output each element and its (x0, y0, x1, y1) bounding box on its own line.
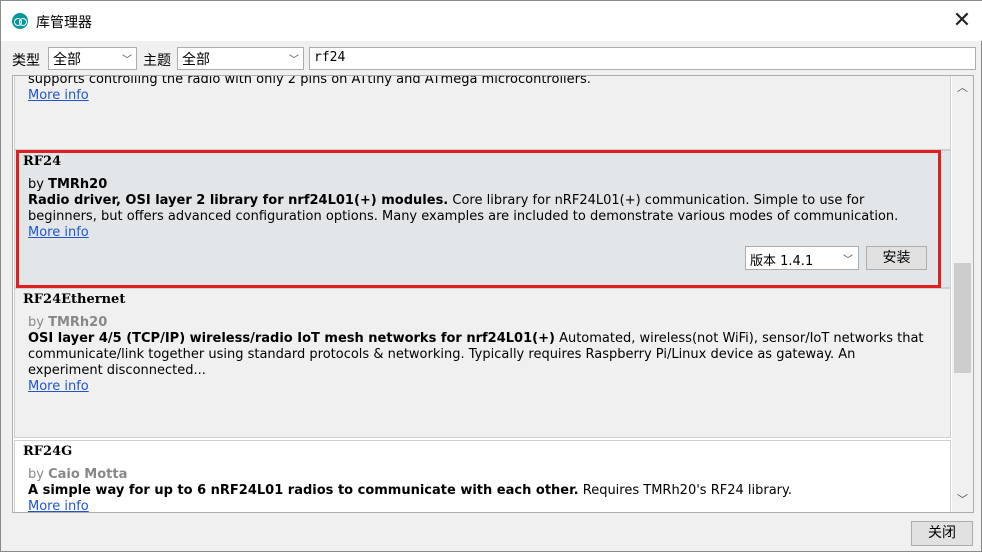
library-description: Radio driver, OSI layer 2 library for nr… (28, 193, 899, 224)
library-author: by TMRh20 (28, 315, 108, 330)
version-select[interactable]: 版本 1.4.1 ﹀ (745, 246, 859, 270)
library-description: OSI layer 4/5 (TCP/IP) wireless/radio Io… (28, 331, 924, 378)
library-name: RF24 (23, 154, 62, 169)
arduino-icon (12, 13, 28, 29)
list-item[interactable]: RF24Ethernet by TMRh20 OSI layer 4/5 (TC… (14, 288, 951, 438)
chevron-up-icon[interactable]: ︿ (952, 78, 973, 98)
chevron-down-icon: ﹀ (289, 55, 299, 66)
library-name: RF24Ethernet (23, 292, 126, 307)
more-info-link[interactable]: More info (28, 379, 89, 394)
topic-select-value: 全部 (182, 52, 210, 68)
library-list: supports controlling the radio with only… (12, 75, 974, 513)
library-description: supports controlling the radio with only… (28, 75, 591, 87)
type-select-value: 全部 (53, 52, 81, 68)
library-author: by Caio Motta (28, 467, 128, 482)
more-info-link[interactable]: More info (28, 499, 89, 512)
search-input[interactable]: rf24 (309, 47, 976, 70)
type-label: 类型 (12, 53, 40, 69)
more-info-link[interactable]: More info (28, 225, 89, 240)
library-manager-window: 库管理器 ✕ 类型 全部 ﹀ 主题 全部 ﹀ rf24 supports con… (0, 0, 982, 552)
topic-label: 主题 (143, 53, 171, 69)
more-info-link[interactable]: More info (28, 88, 89, 103)
chevron-down-icon: ﹀ (843, 255, 853, 266)
title-bar: 库管理器 ✕ (1, 1, 982, 41)
version-select-value: 版本 1.4.1 (750, 254, 814, 269)
chevron-down-icon[interactable]: ﹀ (952, 490, 973, 510)
topic-select[interactable]: 全部 ﹀ (177, 47, 304, 70)
library-description: A simple way for up to 6 nRF24L01 radios… (28, 483, 792, 498)
list-item[interactable]: RF24G by Caio Motta A simple way for up … (14, 440, 951, 512)
type-select[interactable]: 全部 ﹀ (48, 47, 137, 70)
install-button[interactable]: 安装 (866, 246, 927, 270)
close-button[interactable]: 关闭 (911, 521, 973, 546)
close-icon[interactable]: ✕ (947, 7, 977, 35)
vertical-scrollbar[interactable]: ︿ ﹀ (952, 76, 973, 512)
library-author: by TMRh20 (28, 177, 108, 192)
library-name: RF24G (23, 444, 73, 459)
scroll-thumb[interactable] (954, 263, 971, 373)
list-item[interactable]: RF24 by TMRh20 Radio driver, OSI layer 2… (14, 150, 951, 288)
window-title: 库管理器 (36, 15, 92, 31)
chevron-down-icon: ﹀ (122, 55, 132, 66)
list-item[interactable]: supports controlling the radio with only… (14, 75, 951, 150)
